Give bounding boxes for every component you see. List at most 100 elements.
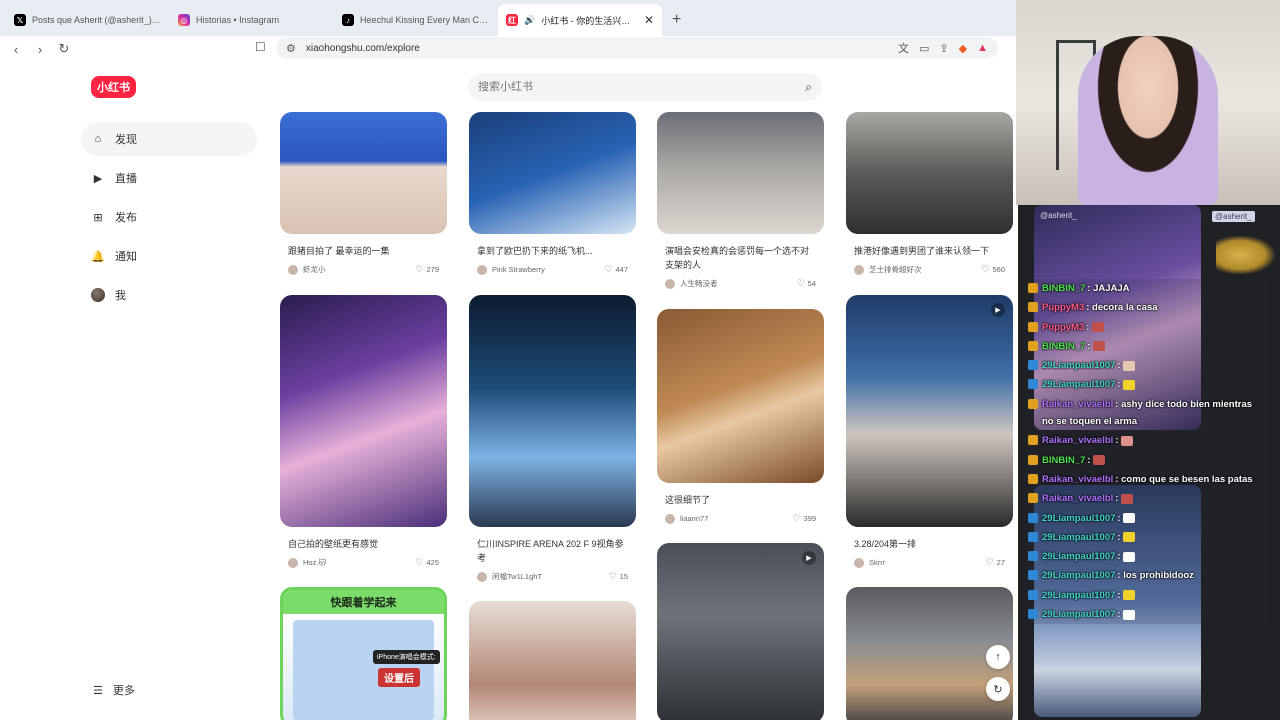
author-avatar[interactable] <box>288 264 298 275</box>
chat-message: BINBIN_7: JAJAJA <box>1026 279 1268 299</box>
card-image[interactable] <box>280 112 447 234</box>
author-name[interactable]: 芝士排骨超好次 <box>869 264 981 275</box>
chat-badge-icon <box>1028 360 1038 371</box>
author-avatar[interactable] <box>665 513 675 524</box>
brave-shield-icon[interactable]: ◆ <box>959 42 967 55</box>
tab-xiaohongshu[interactable]: 红 🔊 小红书 - 你的生活兴趣社区 ✕ <box>498 4 662 36</box>
card-image[interactable] <box>469 112 636 234</box>
close-tab-icon[interactable]: ✕ <box>644 13 654 27</box>
author-avatar[interactable] <box>477 264 487 275</box>
author-avatar[interactable] <box>854 557 864 568</box>
cast-icon[interactable]: ▭ <box>919 42 929 55</box>
card-image[interactable] <box>469 601 636 720</box>
like-button[interactable]: ♡ 399 <box>792 513 816 524</box>
card-image[interactable] <box>280 295 447 527</box>
chat-badge-icon <box>1028 609 1038 620</box>
tab-instagram[interactable]: ◎ Historias • Instagram <box>170 4 334 36</box>
feed-card[interactable]: 自己拍的壁纸更有感觉 Hoz.🐱 ♡ 425 <box>280 295 447 568</box>
share-icon[interactable]: ⇪ <box>939 42 948 55</box>
author-avatar[interactable] <box>665 278 675 289</box>
forward-icon[interactable]: › <box>34 42 46 57</box>
feed-card[interactable]: ▶ <box>657 543 824 720</box>
back-icon[interactable]: ‹ <box>10 42 22 57</box>
sidebar-item-publish[interactable]: ⊞ 发布 <box>81 200 257 234</box>
speaker-icon[interactable]: 🔊 <box>524 15 535 26</box>
reload-icon[interactable]: ↻ <box>58 41 70 57</box>
card-image[interactable] <box>846 112 1013 234</box>
new-tab-button[interactable]: + <box>662 11 691 36</box>
feed-card[interactable]: 推港好像遇到男团了谁来认领一下 芝士排骨超好次 ♡ 560 <box>846 112 1013 275</box>
site-logo[interactable]: 小红书 <box>91 76 136 98</box>
card-image[interactable] <box>469 295 636 527</box>
video-icon: ▶ <box>991 303 1005 317</box>
site-info-icon[interactable]: ⚙ <box>286 42 296 55</box>
card-title[interactable]: 跟猪目拍了 最幸运的一集 <box>288 244 439 258</box>
tab-x[interactable]: 𝕏 Posts que Asherit (@asherit_) ha indic… <box>6 4 170 36</box>
search-input[interactable] <box>478 81 806 93</box>
sidebar-item-discover[interactable]: ⌂ 发现 <box>81 122 257 156</box>
address-bar[interactable]: ⚙ xiaohongshu.com/explore 文 ▭ ⇪ ◆ ▲ <box>276 37 998 59</box>
stream-chat-overlay: @asherit_ @asherit_ BINBIN_7: JAJAJA Pupp… <box>1026 205 1280 720</box>
search-box[interactable]: ⌕ <box>468 73 822 101</box>
author-name[interactable]: 人生畅没者 <box>680 278 797 289</box>
card-image[interactable]: 快跟着学起来 iPhone演唱会模式: 设置后 <box>280 587 447 720</box>
card-title[interactable]: 拿到了欧巴扔下来的纸飞机... <box>477 244 628 258</box>
sidebar-item-me[interactable]: 我 <box>81 278 257 312</box>
card-title[interactable]: 演唱会安检真的会惩罚每一个选不对支架的人 <box>665 244 816 272</box>
like-button[interactable]: ♡ 560 <box>981 264 1005 275</box>
like-button[interactable]: ♡ 54 <box>797 278 816 289</box>
chat-badge-icon <box>1028 589 1038 600</box>
author-avatar[interactable] <box>477 571 487 582</box>
xiaohongshu-icon: 红 <box>506 14 518 26</box>
like-button[interactable]: ♡ 447 <box>604 264 628 275</box>
like-button[interactable]: ♡ 27 <box>986 557 1005 568</box>
card-title[interactable]: 自己拍的壁纸更有感觉 <box>288 537 439 551</box>
emote-icon <box>1121 435 1134 446</box>
chat-message: BINBIN_7: <box>1026 450 1268 470</box>
author-name[interactable]: 虾龙小 <box>303 264 415 275</box>
feed-card[interactable]: 快跟着学起来 iPhone演唱会模式: 设置后 <box>280 587 447 720</box>
chat-badge-icon <box>1028 321 1038 332</box>
author-avatar[interactable] <box>288 557 298 568</box>
feed-card[interactable]: ▶ 3.28/204第一排 Skrrr ♡ 27 <box>846 295 1013 568</box>
like-button[interactable]: ♡ 425 <box>415 557 439 568</box>
feed-card[interactable]: 仁川INSPIRE ARENA 202 F 9视角参考 闲幅Tw1L1ghT ♡… <box>469 295 636 582</box>
tiktok-icon: ♪ <box>342 14 354 26</box>
translate-icon[interactable]: 文 <box>898 40 909 56</box>
author-name[interactable]: liaann77 <box>680 514 792 523</box>
feed-card[interactable]: 演唱会安检真的会惩罚每一个选不对支架的人 人生畅没者 ♡ 54 <box>657 112 824 289</box>
card-image[interactable]: ▶ <box>657 543 824 720</box>
card-image[interactable] <box>657 112 824 234</box>
webcam-overlay <box>1016 0 1280 205</box>
author-name[interactable]: 闲幅Tw1L1ghT <box>492 571 609 582</box>
like-button[interactable]: ♡ 279 <box>415 264 439 275</box>
bookmark-icon[interactable]: ☐ <box>255 40 266 54</box>
more-button[interactable]: ☰ 更多 <box>81 682 135 698</box>
card-title[interactable]: 这很细节了 <box>665 493 816 507</box>
emote-icon <box>1123 590 1136 601</box>
author-avatar[interactable] <box>854 264 864 275</box>
card-title[interactable]: 推港好像遇到男团了谁来认领一下 <box>854 244 1005 258</box>
like-count: 399 <box>803 514 816 523</box>
feed-card[interactable]: 这很细节了 liaann77 ♡ 399 <box>657 309 824 524</box>
sidebar-item-live[interactable]: ▶ 直播 <box>81 161 257 195</box>
author-name[interactable]: Pink Strawberry <box>492 265 604 274</box>
poster-tag: 设置后 <box>378 668 420 687</box>
like-button[interactable]: ♡ 15 <box>609 571 628 582</box>
card-image[interactable]: ▶ <box>846 295 1013 527</box>
card-title[interactable]: 仁川INSPIRE ARENA 202 F 9视角参考 <box>477 537 628 565</box>
search-icon[interactable]: ⌕ <box>805 80 812 95</box>
brave-rewards-icon[interactable]: ▲ <box>977 42 988 54</box>
author-name[interactable]: Hoz.🐱 <box>303 558 415 567</box>
author-name[interactable]: Skrrr <box>869 558 986 567</box>
chat-username: 29Liampaul1007 <box>1042 379 1116 391</box>
feed-card[interactable]: 跟猪目拍了 最幸运的一集 虾龙小 ♡ 279 <box>280 112 447 275</box>
card-image[interactable] <box>657 309 824 483</box>
refresh-feed-button[interactable]: ↻ <box>986 677 1010 701</box>
card-title[interactable]: 3.28/204第一排 <box>854 537 1005 551</box>
sidebar-item-notifications[interactable]: 🔔 通知 <box>81 239 257 273</box>
scroll-top-button[interactable]: ↑ <box>986 645 1010 669</box>
feed-card[interactable] <box>469 601 636 720</box>
tab-tiktok[interactable]: ♪ Heechul Kissing Every Man Compilation <box>334 4 498 36</box>
feed-card[interactable]: 拿到了欧巴扔下来的纸飞机... Pink Strawberry ♡ 447 <box>469 112 636 275</box>
